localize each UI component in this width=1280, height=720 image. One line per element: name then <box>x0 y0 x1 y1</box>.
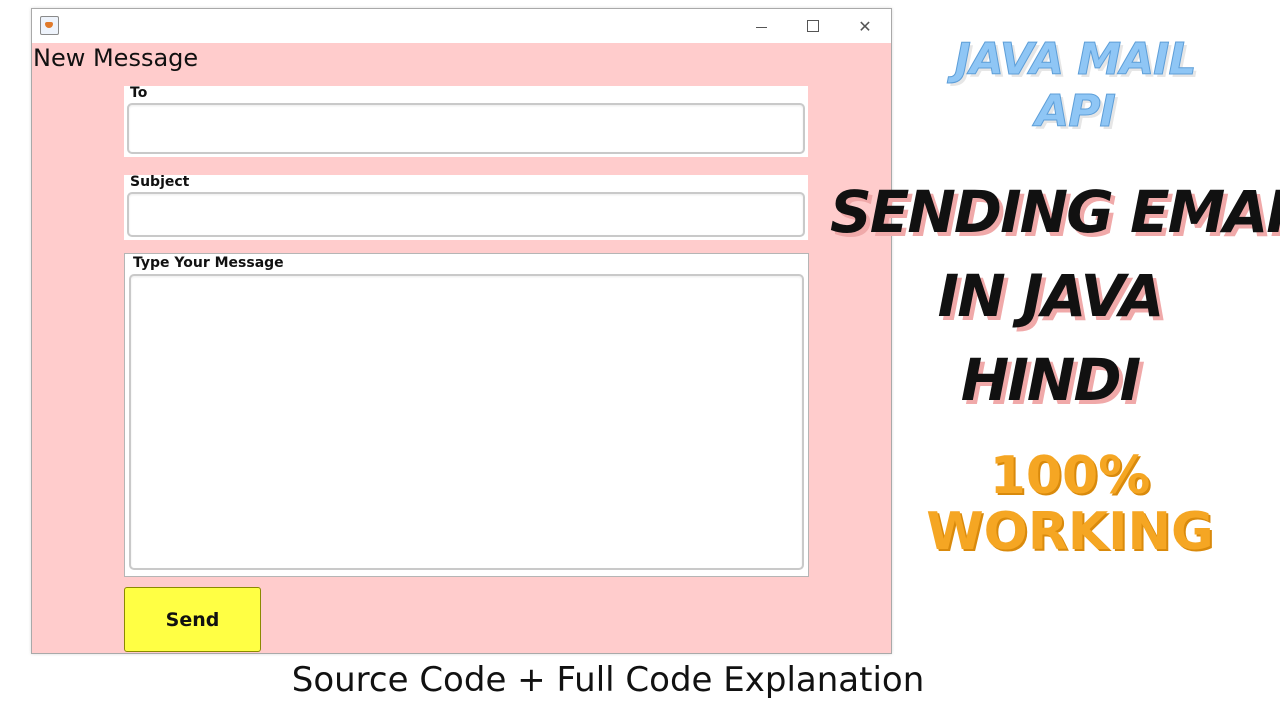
close-button[interactable]: ✕ <box>839 9 891 43</box>
message-label: Type Your Message <box>133 255 284 271</box>
video-caption: Source Code + Full Code Explanation <box>291 660 925 700</box>
to-panel: To <box>124 85 808 157</box>
promo-line-hindi: HINDI <box>960 346 1141 414</box>
promo-line-java-mail: JAVA MAIL <box>954 34 1197 86</box>
java-app-icon <box>40 16 59 35</box>
promo-headline: SENDING EMAIL IN JAVA HINDI <box>830 170 1280 422</box>
promo-java-mail-api: JAVA MAIL API <box>930 34 1220 138</box>
promo-line-100-percent: 100% <box>989 446 1151 506</box>
subject-panel: Subject <box>124 174 808 240</box>
message-textarea[interactable] <box>129 274 804 570</box>
app-window: ✕ New Message To Subject Type Your Messa… <box>31 8 892 654</box>
minimize-button[interactable] <box>735 9 787 43</box>
subject-field[interactable] <box>127 192 805 237</box>
window-content: New Message To Subject Type Your Message… <box>32 43 891 653</box>
to-label: To <box>130 85 148 101</box>
promo-line-api: API <box>1035 86 1117 138</box>
subject-label: Subject <box>130 174 190 190</box>
promo-line-working: WORKING <box>926 502 1214 562</box>
page-title: New Message <box>33 44 199 72</box>
maximize-icon <box>807 20 819 32</box>
promo-working: 100% WORKING <box>920 448 1220 560</box>
minimize-icon <box>755 26 767 28</box>
message-panel: Type Your Message <box>124 253 809 577</box>
promo-line-sending-email: SENDING EMAIL <box>830 178 1280 246</box>
maximize-button[interactable] <box>787 9 839 43</box>
to-field[interactable] <box>127 103 805 154</box>
window-titlebar[interactable]: ✕ <box>32 9 891 43</box>
send-button[interactable]: Send <box>124 587 261 652</box>
close-icon: ✕ <box>858 16 872 36</box>
promo-line-in-java: IN JAVA <box>937 262 1165 330</box>
